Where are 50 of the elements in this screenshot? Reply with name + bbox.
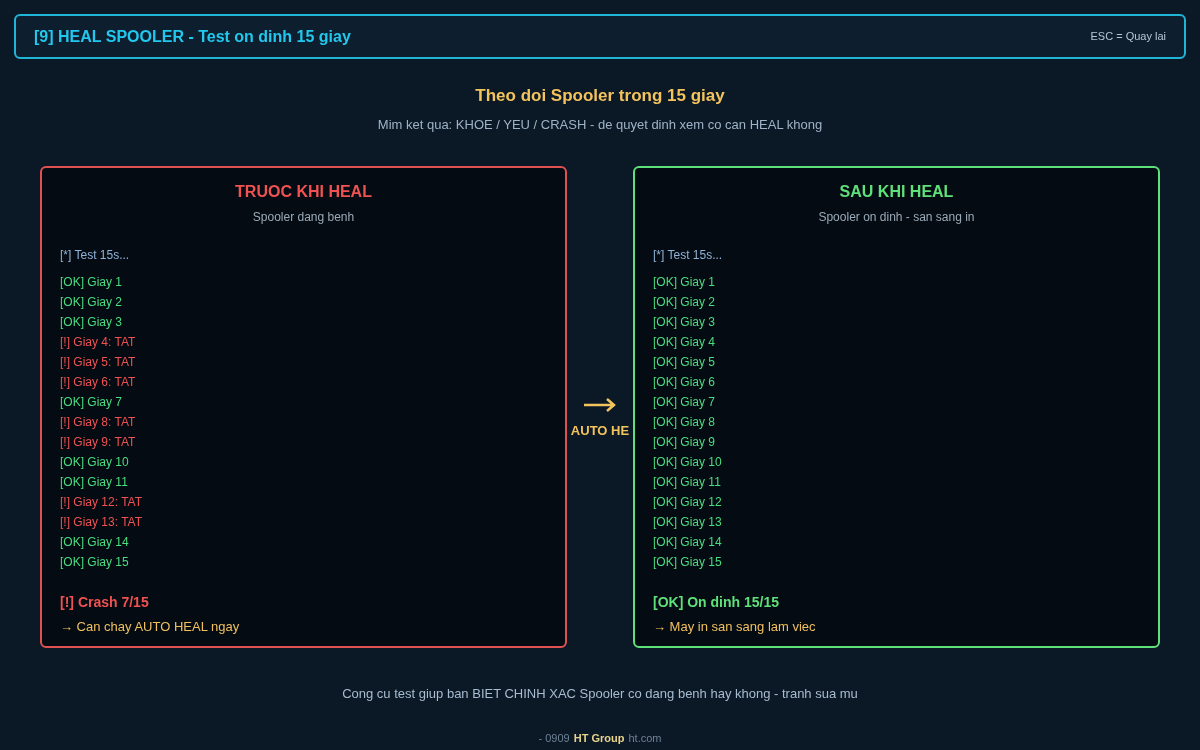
brand-label: HT Group bbox=[573, 730, 625, 746]
log-line: [!] Giay 12: TAT bbox=[60, 494, 144, 511]
log-line: [OK] Giay 11 bbox=[60, 474, 129, 491]
escape-hint: ESC = Quay lai bbox=[1090, 29, 1166, 45]
footer-note: Cong cu test giup ban BIET CHINH XAC Spooler co dang benh hay khong - tranh sua mu bbox=[341, 685, 859, 703]
log-line: [OK] Giay 9 bbox=[653, 434, 717, 451]
log-line: [OK] Giay 12 bbox=[653, 494, 723, 511]
log-line: [!] Giay 5: TAT bbox=[60, 354, 137, 371]
log-line: [OK] Giay 7 bbox=[60, 394, 124, 411]
log-line: [OK] Giay 10 bbox=[653, 454, 723, 471]
log-line: [!] Giay 9: TAT bbox=[60, 434, 137, 451]
log-line: [OK] Giay 3 bbox=[653, 314, 717, 331]
log-line: [OK] Giay 15 bbox=[653, 554, 723, 571]
log-line: [OK] Giay 2 bbox=[60, 294, 124, 311]
log-line: [!] Giay 6: TAT bbox=[60, 374, 137, 391]
log-line: [OK] Giay 2 bbox=[653, 294, 717, 311]
log-line: [OK] Giay 6 bbox=[653, 374, 717, 391]
log-line: [OK] Giay 1 bbox=[653, 274, 717, 291]
log-line: [OK] Giay 3 bbox=[60, 314, 124, 331]
log-line: [*] Test 15s... bbox=[60, 247, 131, 264]
log-line: [OK] Giay 14 bbox=[60, 534, 130, 551]
result-summary: [OK] On dinh 15/15 bbox=[653, 593, 780, 612]
contact-text: - 0909 bbox=[538, 730, 570, 746]
section-title: Theo doi Spooler trong 15 giay bbox=[474, 85, 726, 107]
transition-label: AUTO HE bbox=[570, 422, 630, 441]
log-line: [OK] Giay 11 bbox=[653, 474, 722, 491]
panel-subtitle: Spooler dang benh bbox=[251, 209, 356, 226]
log-line: [OK] Giay 15 bbox=[60, 554, 130, 571]
advice-text: → May in san sang lam viec bbox=[653, 618, 817, 636]
log-line: [!] Giay 8: TAT bbox=[60, 414, 137, 431]
log-line: [OK] Giay 7 bbox=[653, 394, 717, 411]
log-line: [OK] Giay 13 bbox=[653, 514, 723, 531]
log-line: [OK] Giay 5 bbox=[653, 354, 717, 371]
header-title: [9] HEAL SPOOLER - Test on dinh 15 giay bbox=[34, 26, 351, 47]
panel-title: TRUOC KHI HEAL bbox=[234, 182, 373, 202]
contact-text: ht.com bbox=[628, 730, 662, 746]
panel-title: SAU KHI HEAL bbox=[838, 182, 955, 202]
log-line: [*] Test 15s... bbox=[653, 247, 724, 264]
advice-text: → Can chay AUTO HEAL ngay bbox=[60, 618, 241, 636]
section-subtitle: Mim ket qua: KHOE / YEU / CRASH - de quyet dinh xem co can HEAL khong bbox=[376, 115, 824, 134]
log-line: [OK] Giay 1 bbox=[60, 274, 124, 291]
log-line: [OK] Giay 10 bbox=[60, 454, 130, 471]
log-line: [OK] Giay 4 bbox=[653, 334, 717, 351]
log-line: [!] Giay 4: TAT bbox=[60, 334, 137, 351]
log-line: [OK] Giay 8 bbox=[653, 414, 717, 431]
log-line: [OK] Giay 14 bbox=[653, 534, 723, 551]
right-arrow-icon bbox=[582, 397, 618, 414]
result-summary: [!] Crash 7/15 bbox=[60, 593, 150, 612]
panel-subtitle: Spooler on dinh - san sang in bbox=[817, 209, 976, 226]
log-line: [!] Giay 13: TAT bbox=[60, 514, 144, 531]
